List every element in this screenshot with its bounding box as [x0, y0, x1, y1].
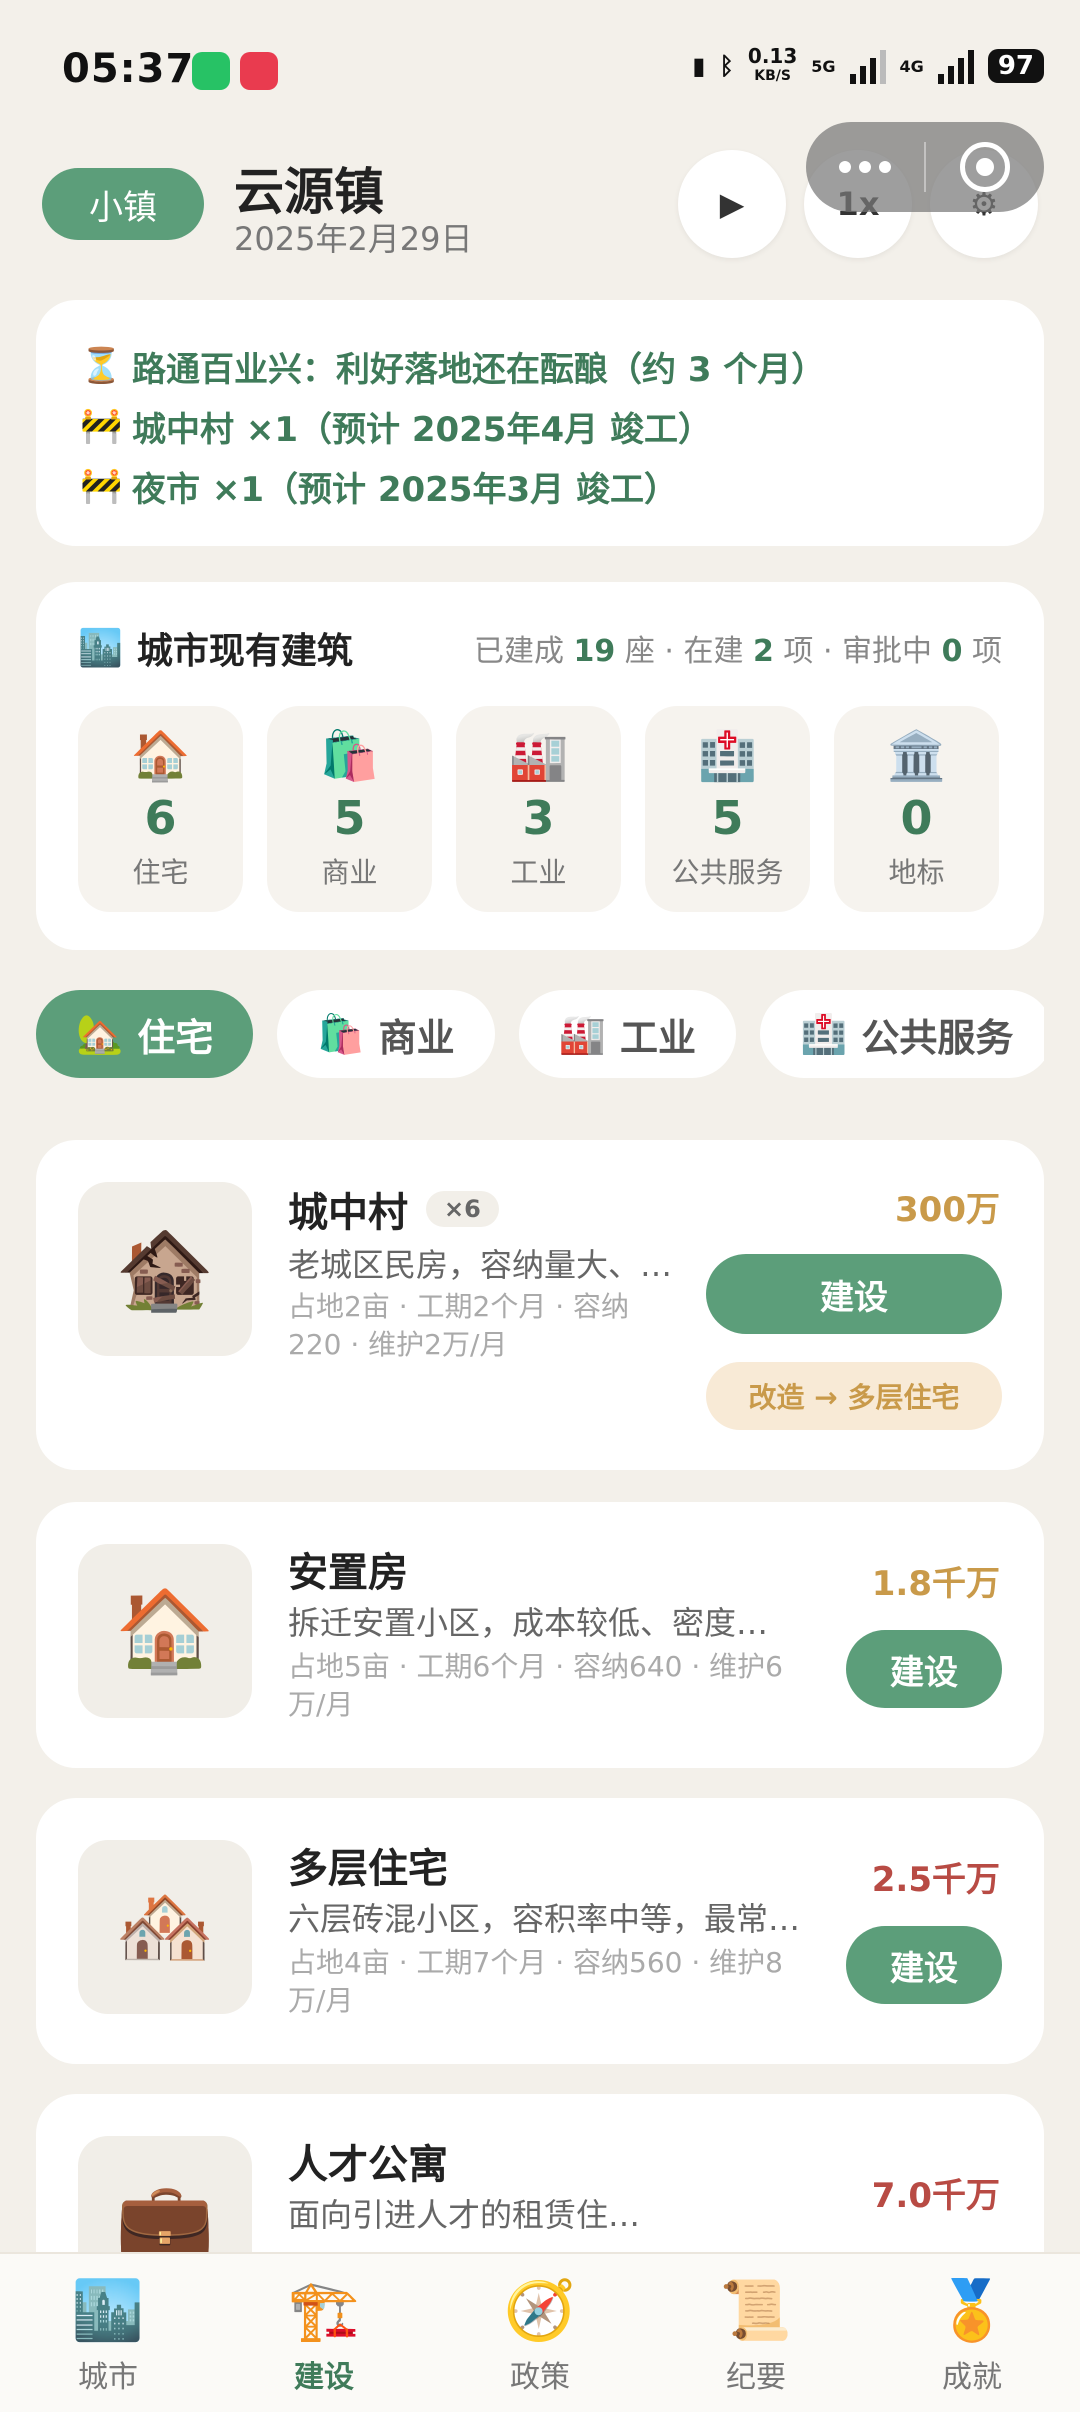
house-icon: 🏠: [78, 1544, 252, 1718]
building-description: 六层砖混小区，容积率中等，最常…: [288, 1900, 801, 1938]
close-miniprogram-icon[interactable]: [926, 142, 1044, 192]
house-garden-icon: 🏡: [76, 1011, 124, 1056]
medal-icon: 🏅: [935, 2276, 1009, 2344]
landmark-icon: 🏛️: [886, 728, 947, 784]
tile-residential: 🏠 6 住宅: [78, 706, 243, 912]
hourglass-icon: ⏳: [80, 346, 123, 386]
tab-residential[interactable]: 🏡 住宅: [36, 990, 254, 1078]
more-icon[interactable]: [806, 161, 924, 173]
nav-build[interactable]: 🏗️ 建设: [216, 2254, 432, 2412]
building-name: 城中村 ×6: [288, 1180, 499, 1238]
compass-icon: 🧭: [503, 2276, 577, 2344]
play-button[interactable]: ▶: [678, 150, 786, 258]
buildings-summary-card: 🏙️ 城市现有建筑 已建成 19 座 · 在建 2 项 · 审批中 0 项 🏠 …: [36, 582, 1044, 950]
nav-achievements[interactable]: 🏅 成就: [864, 2254, 1080, 2412]
signal-icon: [849, 48, 886, 84]
news-item: ⏳ 路通百业兴：利好落地还在酝酿（约 3 个月）: [80, 336, 1000, 396]
building-meta: 占地5亩 · 工期6个月 · 容纳640 · 维护6 万/月: [288, 1650, 783, 1721]
status-time: 05:37: [62, 46, 195, 92]
building-description: 拆迁安置小区，成本较低、密度…: [288, 1604, 769, 1642]
build-button[interactable]: 建设: [846, 1926, 1002, 2004]
vibrate-icon: ▮: [692, 52, 706, 80]
news-text: 路通百业兴：利好落地还在酝酿（约 3 个月）: [132, 349, 826, 390]
app-notification-icon: [240, 52, 278, 90]
news-text: 城中村 ×1（预计 2025年4月 竣工）: [132, 409, 712, 450]
crane-icon: 🏗️: [287, 2276, 361, 2344]
tab-industrial[interactable]: 🏭 工业: [518, 990, 737, 1078]
news-card: ⏳ 路通百业兴：利好落地还在酝酿（约 3 个月） 🚧 城中村 ×1（预计 202…: [36, 300, 1044, 546]
bottom-nav: 🏙️ 城市 🏗️ 建设 🧭 政策 📜 纪要 🏅 成就: [0, 2252, 1080, 2412]
building-meta: 占地2亩 · 工期2个月 · 容纳 220 · 维护2万/月: [288, 1290, 630, 1361]
nav-policy[interactable]: 🧭 政策: [432, 2254, 648, 2412]
derelict-house-icon: 🏚️: [78, 1182, 252, 1356]
network-4g-label: 4G: [899, 56, 924, 76]
upgrade-button[interactable]: 改造 → 多层住宅: [706, 1362, 1002, 1430]
build-button[interactable]: 建设: [706, 1254, 1002, 1334]
bluetooth-icon: ᛒ: [719, 52, 734, 80]
building-name: 安置房: [288, 1550, 408, 1596]
play-icon: ▶: [719, 185, 745, 223]
building-item: 🏘️ 多层住宅 六层砖混小区，容积率中等，最常… 占地4亩 · 工期7个月 · …: [36, 1798, 1044, 2064]
shopping-bags-icon: 🛍️: [319, 728, 380, 784]
status-bar: 05:37 ▮ ᛒ 0.13 KB/S 5G 4G 97: [0, 0, 1080, 140]
building-description: 面向引进人才的租赁住…: [288, 2196, 641, 2234]
build-button[interactable]: 建设: [846, 1630, 1002, 1708]
count-badge: ×6: [426, 1191, 499, 1227]
tab-public-service[interactable]: 🏥 公共服务: [760, 990, 1044, 1078]
building-meta: 占地4亩 · 工期7个月 · 容纳560 · 维护8 万/月: [288, 1946, 783, 2017]
city-icon: 🏙️: [78, 628, 123, 669]
nav-minutes[interactable]: 📜 纪要: [648, 2254, 864, 2412]
factory-icon: 🏭: [508, 728, 569, 784]
status-icons: ▮ ᛒ 0.13 KB/S 5G 4G 97: [692, 46, 1044, 86]
building-description: 老城区民房，容纳量大、…: [288, 1246, 673, 1284]
house-icon: 🏠: [130, 728, 191, 784]
tile-industrial: 🏭 3 工业: [456, 706, 621, 912]
factory-icon: 🏭: [558, 1011, 607, 1056]
tab-commercial[interactable]: 🛍️ 商业: [277, 990, 495, 1078]
category-tabs: 🏡 住宅 🛍️ 商业 🏭 工业 🏥 公共服务: [36, 990, 1044, 1082]
news-text: 夜市 ×1（预计 2025年3月 竣工）: [132, 469, 678, 510]
houses-icon: 🏘️: [78, 1840, 252, 2014]
buildings-title: 🏙️ 城市现有建筑: [78, 628, 353, 672]
hospital-icon: 🏥: [697, 728, 758, 784]
building-item: 🏚️ 城中村 ×6 老城区民房，容纳量大、… 占地2亩 · 工期2个月 · 容纳…: [36, 1140, 1044, 1470]
network-5g-label: 5G: [811, 56, 836, 76]
building-name: 人才公寓: [288, 2142, 448, 2188]
game-date: 2025年2月29日: [234, 220, 473, 258]
wechat-notification-icon: [192, 52, 230, 90]
tile-landmark: 🏛️ 0 地标: [834, 706, 999, 912]
buildings-stats: 已建成 19 座 · 在建 2 项 · 审批中 0 项: [474, 634, 1002, 669]
battery-icon: 97: [987, 49, 1044, 83]
construction-icon: 🚧: [80, 406, 123, 446]
network-speed: 0.13 KB/S: [747, 44, 798, 84]
building-item: 🏠 安置房 拆迁安置小区，成本较低、密度… 占地5亩 · 工期6个月 · 容纳6…: [36, 1502, 1044, 1768]
tile-public-service: 🏥 5 公共服务: [645, 706, 810, 912]
scroll-icon: 📜: [719, 2276, 793, 2344]
news-item: 🚧 夜市 ×1（预计 2025年3月 竣工）: [80, 456, 1000, 516]
building-price: 7.0千万: [871, 2176, 1000, 2216]
building-price: 2.5千万: [871, 1860, 1000, 1900]
nav-city[interactable]: 🏙️ 城市: [0, 2254, 216, 2412]
town-badge[interactable]: 小镇: [42, 168, 204, 240]
shopping-bags-icon: 🛍️: [317, 1011, 365, 1056]
news-item: 🚧 城中村 ×1（预计 2025年4月 竣工）: [80, 396, 1000, 456]
miniprogram-capsule: [806, 122, 1044, 212]
building-name: 多层住宅: [288, 1846, 448, 1892]
hospital-icon: 🏥: [800, 1011, 848, 1056]
building-price: 1.8千万: [871, 1564, 1000, 1604]
building-price: 300万: [895, 1190, 1000, 1230]
signal-icon-2: [937, 48, 974, 84]
city-icon: 🏙️: [71, 2276, 145, 2344]
tile-commercial: 🛍️ 5 商业: [267, 706, 432, 912]
construction-icon: 🚧: [80, 466, 123, 506]
